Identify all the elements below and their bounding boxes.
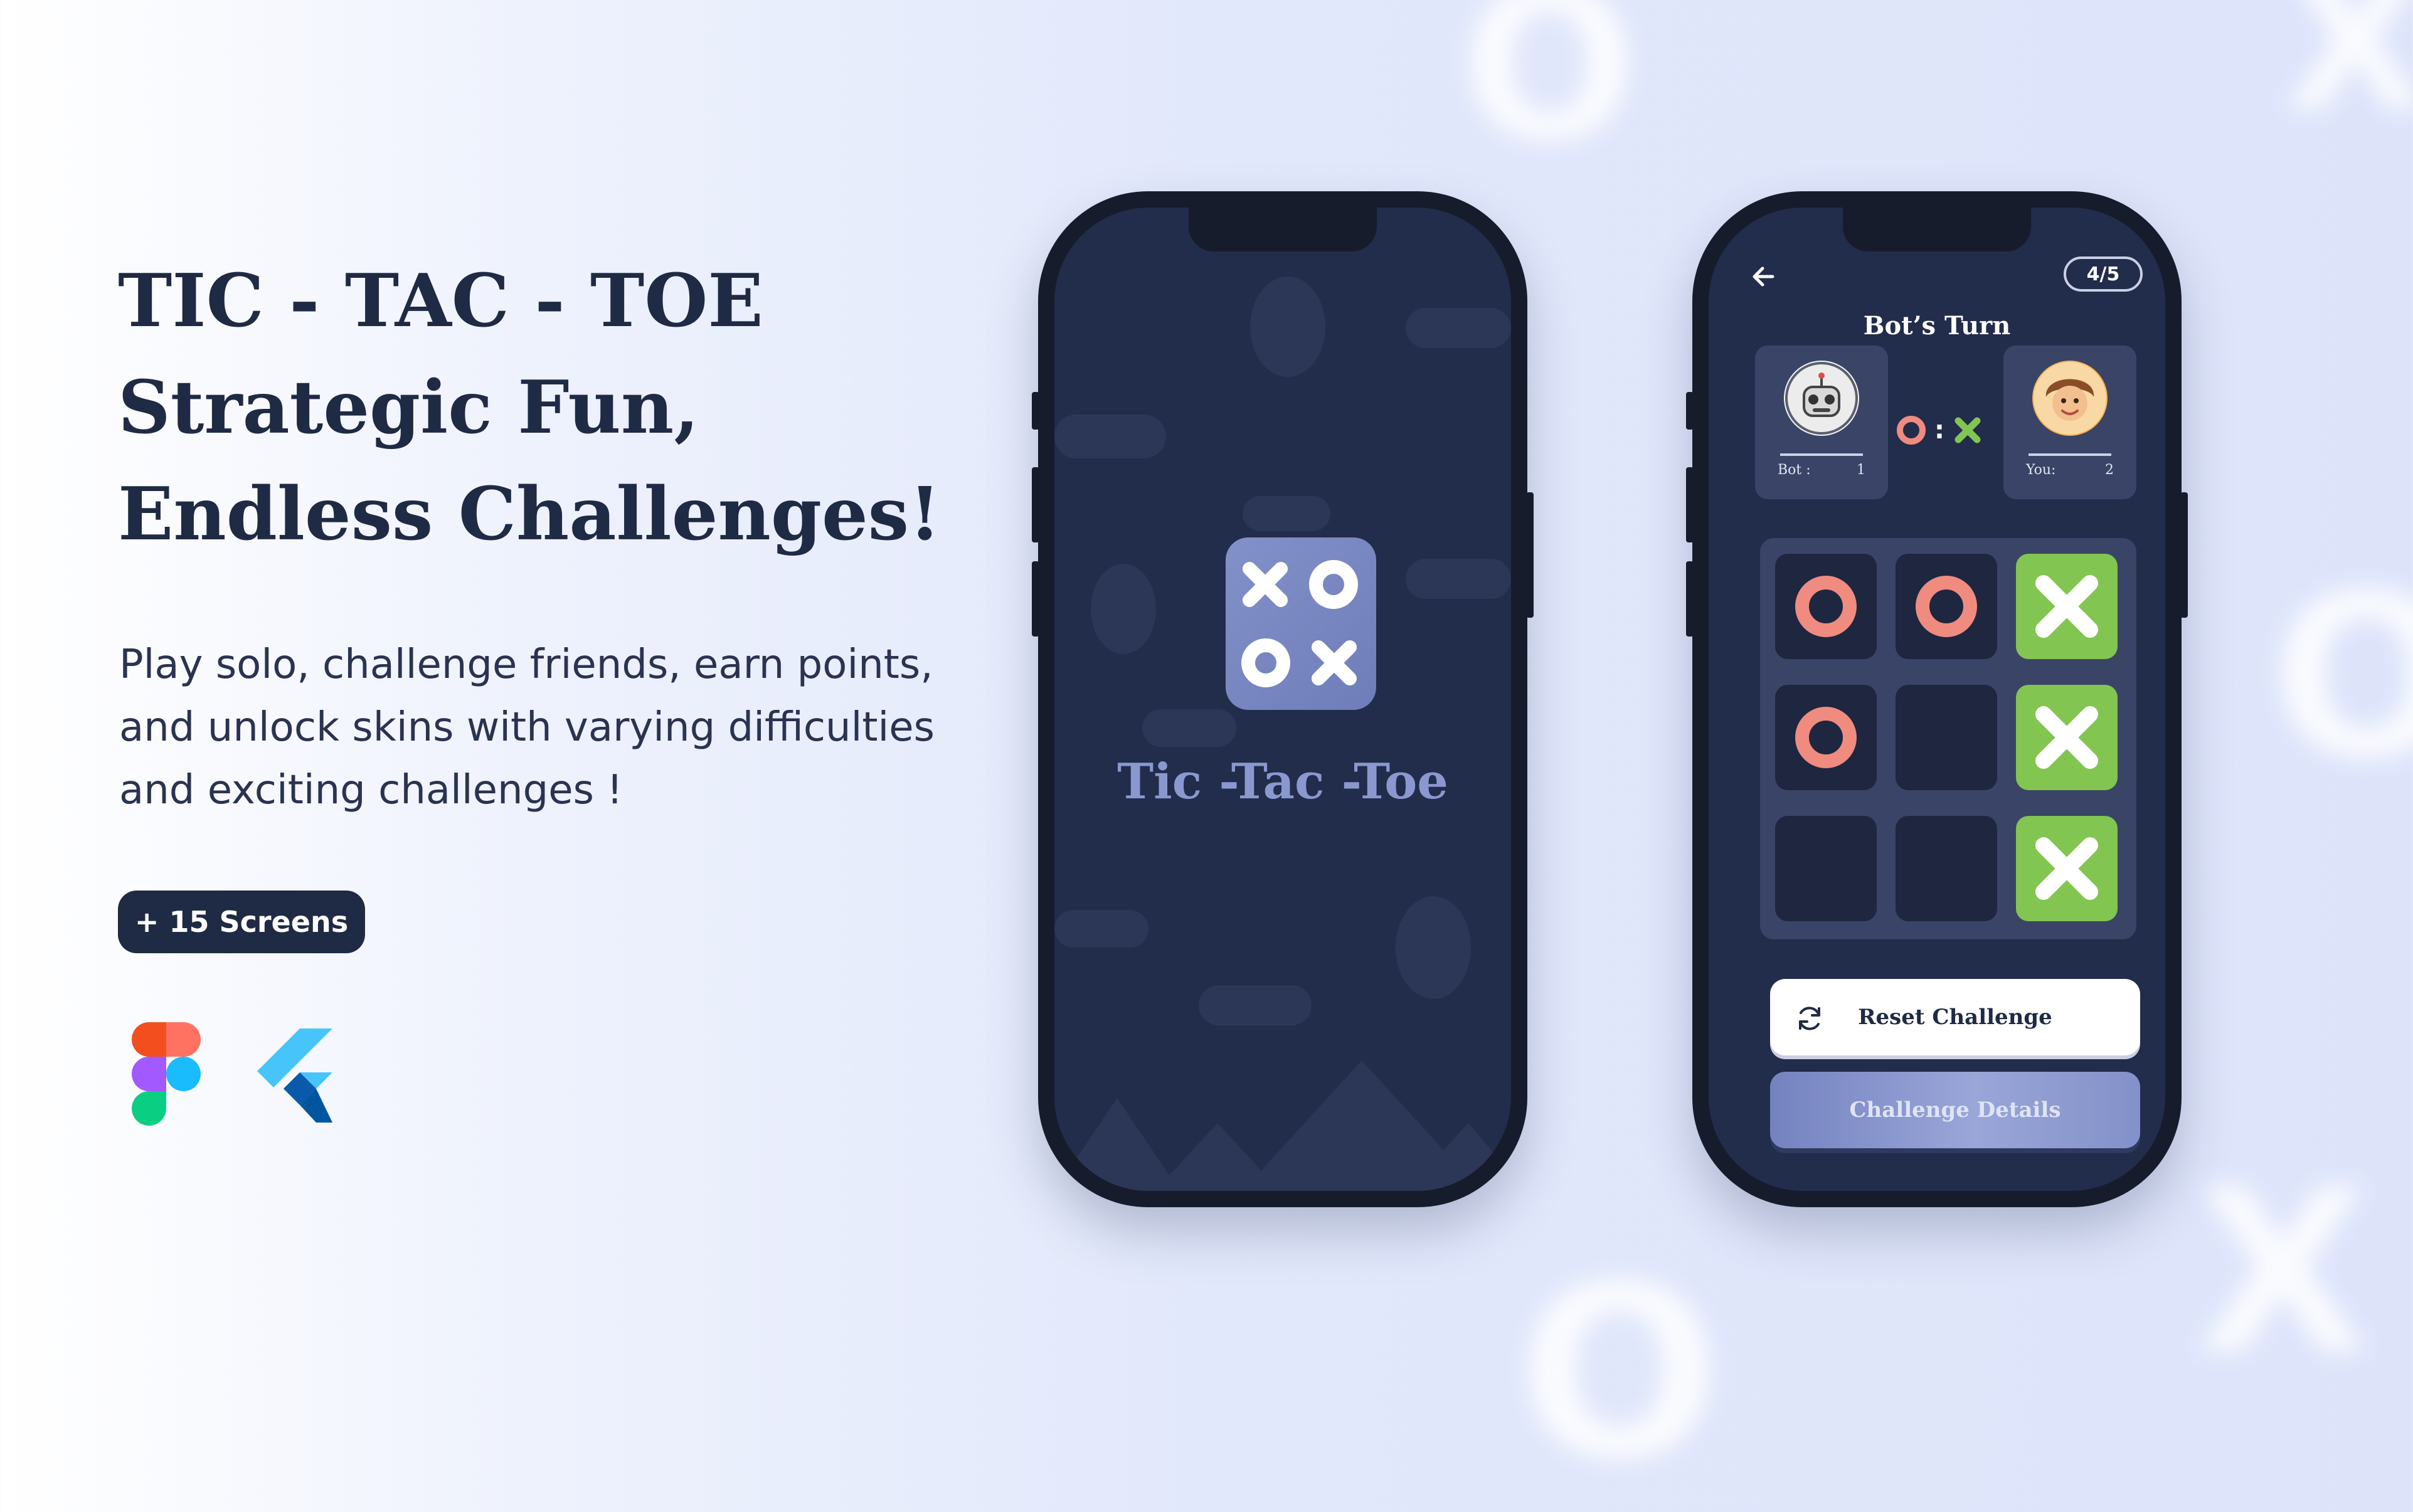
- headline-line: TIC - TAC - TOE: [118, 258, 763, 344]
- versus-indicator: :: [1896, 415, 1983, 446]
- turn-title: Bot’s Turn: [1863, 311, 2011, 341]
- card-divider: [1780, 453, 1863, 456]
- challenge-details-label: Challenge Details: [1849, 1097, 2061, 1123]
- board-cell[interactable]: [1896, 685, 1997, 790]
- description-text: Play solo, challenge friends, earn point…: [119, 642, 935, 813]
- x-mark-icon: [2035, 575, 2098, 638]
- background-o-mark: O: [2271, 546, 2413, 808]
- board-cell[interactable]: [1775, 554, 1877, 659]
- challenge-details-button[interactable]: Challenge Details: [1770, 1072, 2140, 1148]
- splash-screen: Tic -Tac -Toe: [1054, 208, 1511, 1191]
- phone-notch: [1843, 208, 2031, 251]
- round-counter: 4/5: [2064, 256, 2143, 292]
- board-cell[interactable]: [2016, 816, 2118, 921]
- phone-game: 4/5 Bot’s Turn Bot : 1 : You: 2 Reset Ch…: [1686, 191, 2188, 1207]
- board-cell[interactable]: [1775, 816, 1877, 921]
- robot-avatar: [1784, 361, 1859, 436]
- bot-player-card: Bot : 1: [1755, 346, 1888, 499]
- tic-tac-toe-app-icon: [1226, 537, 1376, 710]
- headline-line: Endless Challenges!: [118, 472, 941, 557]
- user-avatar: [2032, 361, 2108, 436]
- x-mark-icon: [1954, 417, 1981, 443]
- game-board: [1760, 538, 2136, 939]
- back-arrow-icon[interactable]: [1746, 258, 1784, 295]
- board-cell[interactable]: [1896, 554, 1997, 659]
- board-cell[interactable]: [1775, 685, 1877, 790]
- refresh-icon: [1799, 1007, 1820, 1030]
- game-screen: 4/5 Bot’s Turn Bot : 1 : You: 2 Reset Ch…: [1709, 208, 2165, 1191]
- headline-line: Strategic Fun,: [118, 365, 699, 450]
- headline: TIC - TAC - TOE Strategic Fun, Endless C…: [118, 248, 941, 568]
- background-x-mark: X: [2195, 1141, 2370, 1404]
- card-divider: [2029, 453, 2111, 456]
- phone-splash: Tic -Tac -Toe: [1032, 191, 1534, 1207]
- background-o-mark: O: [1518, 1234, 1721, 1512]
- background-x-mark: X: [2283, 0, 2413, 153]
- versus-separator: :: [1934, 416, 1944, 445]
- reset-challenge-button[interactable]: Reset Challenge: [1770, 979, 2140, 1055]
- x-mark-icon: [2035, 837, 2098, 900]
- flutter-icon: [257, 1028, 332, 1123]
- board-cell[interactable]: [2016, 554, 2118, 659]
- bot-score: Bot : 1: [1778, 462, 1865, 478]
- board-cell[interactable]: [2016, 685, 2118, 790]
- bot-label: Bot :: [1778, 462, 1811, 478]
- o-mark-icon: [1916, 576, 1977, 637]
- bot-score-value: 1: [1857, 462, 1865, 478]
- you-label: You:: [2026, 462, 2056, 478]
- x-mark-icon: [2035, 706, 2098, 769]
- figma-icon: [132, 1022, 201, 1126]
- phone-notch: [1189, 208, 1377, 251]
- o-mark-icon: [1795, 576, 1857, 637]
- o-mark-icon: [1897, 416, 1926, 445]
- screens-badge: + 15 Screens: [118, 891, 365, 953]
- you-player-card: You: 2: [2003, 346, 2136, 499]
- background-o-mark: O: [1461, 0, 1638, 186]
- reset-challenge-label: Reset Challenge: [1858, 1005, 2052, 1030]
- splash-title: Tic -Tac -Toe: [1117, 753, 1448, 810]
- you-score-value: 2: [2105, 462, 2114, 478]
- board-cell[interactable]: [1896, 816, 1997, 921]
- you-score: You: 2: [2026, 462, 2114, 478]
- o-mark-icon: [1795, 707, 1857, 768]
